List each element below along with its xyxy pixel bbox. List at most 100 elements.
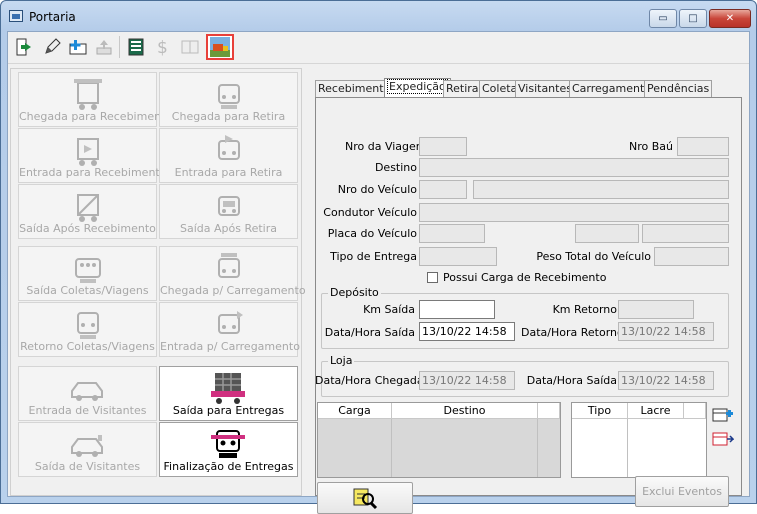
condutor-field[interactable]	[419, 203, 729, 222]
truck-front-icon	[217, 135, 240, 160]
saida-entregas-button[interactable]: Saída para Entregas	[159, 366, 298, 421]
finalizacao-entregas-button[interactable]: Finalização de Entregas	[159, 422, 298, 477]
add-row-icon	[712, 408, 733, 422]
lacre-column-header[interactable]: Lacre	[628, 403, 684, 419]
grid-column	[572, 419, 628, 477]
remove-lacre-button[interactable]	[711, 428, 735, 450]
peso-total-field[interactable]	[654, 247, 729, 266]
spreadsheet-icon[interactable]	[124, 35, 148, 59]
dh-saida-input[interactable]: 13/10/22 14:58	[419, 322, 515, 341]
truck-front-icon	[74, 258, 101, 283]
loja-dh-saida-field[interactable]: 13/10/22 14:58	[618, 371, 714, 390]
button-label: Saída Após Retira	[179, 222, 277, 235]
destino-column-header[interactable]: Destino	[392, 403, 538, 419]
tab-pendencias[interactable]: Pendências	[644, 80, 713, 98]
placa-extra-field-2[interactable]	[642, 224, 729, 243]
button-label: Saída para Entregas	[172, 404, 285, 417]
detail-panel: Recebimento Expedição Retira Coleta Visi…	[315, 76, 742, 514]
peso-total-label: Peso Total do Veículo	[536, 250, 651, 263]
main-window: Portaria ▭ □ ✕ $ Chegada para Recebiment…	[0, 0, 757, 514]
button-label: Retorno Coletas/Viagens	[20, 340, 155, 353]
placa-field[interactable]	[419, 224, 485, 243]
dh-retorno-label: Data/Hora Retorno	[521, 326, 624, 339]
carga-grid[interactable]: Carga Destino	[317, 402, 561, 478]
saida-apos-retira-button[interactable]: Saída Após Retira	[159, 184, 298, 239]
title-bar: Portaria ▭ □ ✕	[1, 1, 756, 31]
remove-row-icon	[712, 432, 734, 446]
retorno-coletas-viagens-button[interactable]: Retorno Coletas/Viagens	[18, 302, 157, 357]
loaded-truck-icon	[210, 373, 245, 404]
entrada-recebimento-button[interactable]: Entrada para Recebimento	[18, 128, 167, 183]
export-icon[interactable]	[92, 35, 116, 59]
grid-column	[318, 419, 392, 477]
entrada-visitantes-button[interactable]: Entrada de Visitantes	[18, 366, 157, 421]
tab-recebimento[interactable]: Recebimento	[315, 80, 394, 98]
saida-apos-recebimento-button[interactable]: Saída Após Recebimento	[18, 184, 157, 239]
button-label: Entrada p/ Carregamento	[160, 340, 300, 353]
placa-label: Placa do Veículo	[327, 227, 417, 240]
veiculo-descricao-field[interactable]	[473, 180, 729, 199]
loja-group-title: Loja	[328, 354, 355, 367]
possui-carga-label: Possui Carga de Recebimento	[443, 271, 607, 284]
nro-bau-label: Nro Baú	[629, 140, 673, 153]
exit-door-icon[interactable]	[12, 35, 36, 59]
condutor-label: Condutor Veículo	[323, 206, 417, 219]
tipo-entrega-label: Tipo de Entrega	[330, 250, 417, 263]
button-label: Chegada p/ Carregamento	[160, 284, 306, 297]
chegada-retira-button[interactable]: Chegada para Retira	[159, 72, 298, 127]
book-icon[interactable]	[178, 35, 202, 59]
grid-column	[392, 419, 538, 477]
client-area: $ Chegada para Recebimento Chegada para …	[7, 31, 750, 514]
chegada-carregamento-button[interactable]: Chegada p/ Carregamento	[159, 246, 306, 301]
saida-coletas-viagens-button[interactable]: Saída Coletas/Viagens	[18, 246, 157, 301]
button-label: Chegada para Retira	[171, 110, 286, 123]
dollar-icon[interactable]: $	[150, 35, 174, 59]
maximize-button[interactable]: □	[679, 9, 707, 28]
tab-retira[interactable]: Retira	[443, 80, 482, 98]
nro-bau-field[interactable]	[677, 137, 729, 156]
car-icon	[70, 382, 103, 401]
tipo-entrega-field[interactable]	[419, 247, 497, 266]
chegada-recebimento-button[interactable]: Chegada para Recebimento	[18, 72, 173, 127]
possui-carga-checkbox[interactable]	[427, 272, 438, 283]
exclui-eventos-button[interactable]: Exclui Eventos	[635, 476, 729, 507]
deposito-group-title: Depósito	[328, 286, 381, 299]
lacre-grid[interactable]: Tipo Lacre	[571, 402, 707, 478]
button-label: Entrada para Recebimento	[19, 166, 167, 179]
tab-carregamento[interactable]: Carregamento	[569, 80, 655, 98]
toolbar: $	[8, 32, 749, 64]
button-label: Finalização de Entregas	[163, 460, 294, 473]
nro-veiculo-field[interactable]	[419, 180, 467, 199]
button-label: Chegada para Recebimento	[19, 110, 173, 123]
add-lacre-button[interactable]	[711, 404, 735, 426]
destino-label: Destino	[374, 161, 417, 174]
window-title: Portaria	[29, 10, 76, 24]
search-button[interactable]	[317, 482, 413, 514]
add-folder-icon[interactable]	[66, 35, 90, 59]
tipo-column-header[interactable]: Tipo	[572, 403, 628, 419]
carga-column-header[interactable]: Carga	[318, 403, 392, 419]
dh-chegada-field[interactable]: 13/10/22 14:58	[419, 371, 515, 390]
truck-enter-icon	[76, 138, 99, 166]
entrada-retira-button[interactable]: Entrada para Retira	[159, 128, 298, 183]
km-retorno-field[interactable]	[618, 300, 694, 319]
extra-column-header[interactable]	[684, 403, 706, 419]
entrada-carregamento-button[interactable]: Entrada p/ Carregamento	[159, 302, 300, 357]
km-saida-input[interactable]	[419, 300, 495, 319]
button-label: Saída Após Recebimento	[19, 222, 156, 235]
svg-text:$: $	[157, 38, 168, 57]
extra-column-header[interactable]	[538, 403, 560, 419]
placa-extra-field-1[interactable]	[575, 224, 639, 243]
button-label: Saída de Visitantes	[34, 460, 141, 473]
nro-viagem-field[interactable]	[419, 137, 467, 156]
close-button[interactable]: ✕	[709, 9, 751, 28]
car-icon	[70, 435, 103, 457]
pencil-icon[interactable]	[40, 35, 64, 59]
saida-visitantes-button[interactable]: Saída de Visitantes	[18, 422, 157, 477]
destino-field[interactable]	[419, 158, 729, 177]
minimize-button[interactable]: ▭	[649, 9, 677, 28]
dh-retorno-field[interactable]: 13/10/22 14:58	[618, 322, 714, 341]
tab-visitantes[interactable]: Visitantes	[515, 80, 575, 98]
tab-expedicao[interactable]: Expedição	[384, 78, 451, 99]
truck-scene-icon[interactable]	[206, 34, 234, 60]
